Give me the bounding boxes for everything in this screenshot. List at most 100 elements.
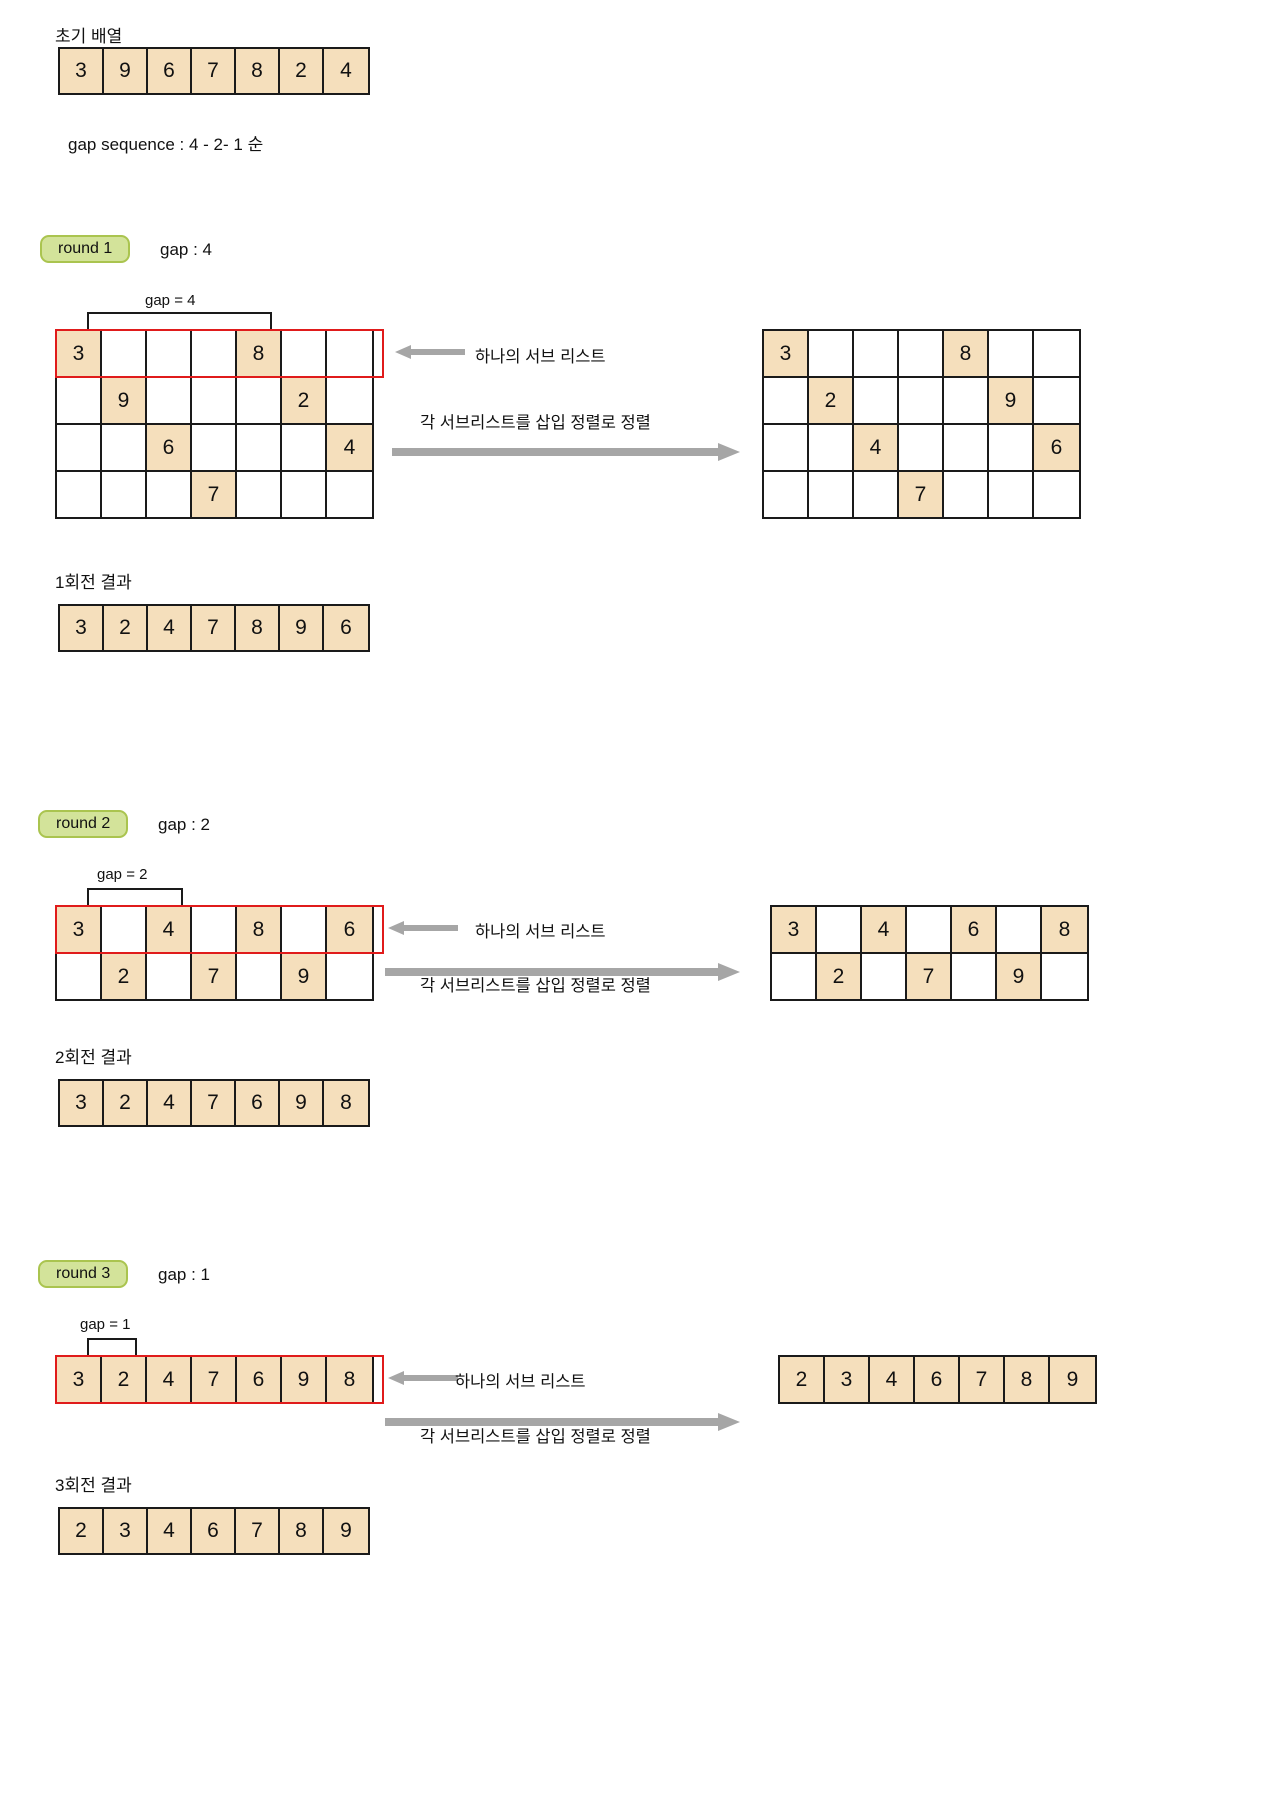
array-cell: 4: [148, 1509, 192, 1553]
matrix-cell: [862, 954, 907, 999]
array-cell: 7: [192, 606, 236, 650]
array-cell: 2: [104, 1081, 148, 1125]
matrix-cell: 3: [764, 331, 809, 376]
matrix-cell: 6: [1034, 425, 1079, 470]
matrix-cell: 4: [147, 907, 192, 952]
round-3-transform-arrow: [385, 1412, 740, 1437]
round-2-result-label: 2회전 결과: [55, 1048, 132, 1067]
matrix-row: 279: [772, 954, 1087, 999]
round-2-badge-wrap: round 2: [38, 810, 129, 838]
matrix-cell: [809, 472, 854, 517]
matrix-cell: 2: [102, 1357, 147, 1402]
matrix-cell: 9: [102, 378, 147, 423]
matrix-cell: [944, 425, 989, 470]
matrix-row: 7: [764, 472, 1079, 517]
round-2-sublist-arrow: [388, 920, 458, 941]
matrix-cell: 3: [57, 331, 102, 376]
matrix-cell: [809, 425, 854, 470]
matrix-cell: [327, 472, 372, 517]
array-cell: 3: [60, 49, 104, 93]
array-cell: 7: [236, 1509, 280, 1553]
initial-array-title: 초기 배열: [55, 27, 123, 46]
round-3-bracket-label: gap = 1: [80, 1316, 131, 1333]
matrix-cell: 6: [237, 1357, 282, 1402]
matrix-cell: 7: [960, 1357, 1005, 1402]
matrix-cell: [57, 378, 102, 423]
matrix-cell: [147, 954, 192, 999]
matrix-cell: 4: [854, 425, 899, 470]
matrix-cell: [1042, 954, 1087, 999]
matrix-cell: 2: [809, 378, 854, 423]
array-cell: 8: [280, 1509, 324, 1553]
round-3-sublist-note: 하나의 서브 리스트: [455, 1373, 586, 1391]
matrix-cell: [192, 331, 237, 376]
matrix-cell: 7: [192, 954, 237, 999]
matrix-row: 29: [764, 378, 1079, 425]
matrix-cell: [854, 472, 899, 517]
array-cell: 7: [192, 1081, 236, 1125]
round-3-result-array: 2346789: [58, 1507, 370, 1555]
array-cell: 8: [324, 1081, 368, 1125]
matrix-cell: 8: [1005, 1357, 1050, 1402]
matrix-cell: 3: [772, 907, 817, 952]
matrix-row: 38: [57, 331, 372, 378]
matrix-cell: 6: [915, 1357, 960, 1402]
matrix-cell: 3: [57, 1357, 102, 1402]
array-cell: 2: [104, 606, 148, 650]
matrix-cell: [282, 907, 327, 952]
matrix-cell: 7: [192, 1357, 237, 1402]
matrix-cell: 8: [237, 907, 282, 952]
matrix-cell: 4: [147, 1357, 192, 1402]
matrix-cell: [147, 378, 192, 423]
matrix-cell: [237, 425, 282, 470]
array-cell: 9: [280, 606, 324, 650]
array-cell: 8: [236, 606, 280, 650]
round-3-badge-wrap: round 3: [38, 1260, 129, 1288]
round-2-right-matrix: 3468279: [770, 905, 1089, 1001]
matrix-cell: [147, 472, 192, 517]
matrix-cell: [989, 331, 1034, 376]
matrix-cell: [102, 472, 147, 517]
matrix-cell: [192, 378, 237, 423]
gap-sequence-text: gap sequence : 4 - 2- 1 순: [68, 135, 264, 154]
round-2-gap-label: gap : 2: [158, 815, 210, 834]
matrix-cell: [102, 907, 147, 952]
matrix-cell: [817, 907, 862, 952]
matrix-cell: 8: [944, 331, 989, 376]
round-2-sublist-note: 하나의 서브 리스트: [475, 923, 606, 941]
matrix-cell: [907, 907, 952, 952]
round-3-sublist-arrow: [388, 1370, 458, 1391]
round-1-result-array: 3247896: [58, 604, 370, 652]
round-1-transform-arrow: [392, 442, 740, 467]
matrix-row: 64: [57, 425, 372, 472]
round-1-badge-wrap: round 1: [40, 235, 131, 263]
matrix-cell: [192, 425, 237, 470]
matrix-cell: [327, 331, 372, 376]
array-cell: 3: [60, 1081, 104, 1125]
matrix-cell: 4: [327, 425, 372, 470]
array-cell: 9: [280, 1081, 324, 1125]
matrix-row: 3486: [57, 907, 372, 954]
matrix-cell: 9: [282, 1357, 327, 1402]
matrix-cell: 9: [997, 954, 1042, 999]
round-2-bracket-label: gap = 2: [97, 866, 148, 883]
matrix-cell: 2: [817, 954, 862, 999]
matrix-cell: [854, 331, 899, 376]
matrix-cell: 8: [327, 1357, 372, 1402]
matrix-cell: [772, 954, 817, 999]
matrix-cell: 7: [192, 472, 237, 517]
matrix-cell: 2: [780, 1357, 825, 1402]
matrix-cell: [944, 378, 989, 423]
matrix-row: 38: [764, 331, 1079, 378]
array-cell: 6: [192, 1509, 236, 1553]
array-cell: 8: [236, 49, 280, 93]
matrix-cell: [327, 954, 372, 999]
matrix-cell: [192, 907, 237, 952]
matrix-cell: [899, 378, 944, 423]
matrix-cell: 8: [237, 331, 282, 376]
round-2-transform-arrow: [385, 962, 740, 987]
matrix-cell: [147, 331, 192, 376]
round-1-bracket-label: gap = 4: [145, 292, 196, 309]
array-cell: 4: [148, 1081, 192, 1125]
matrix-cell: [899, 331, 944, 376]
